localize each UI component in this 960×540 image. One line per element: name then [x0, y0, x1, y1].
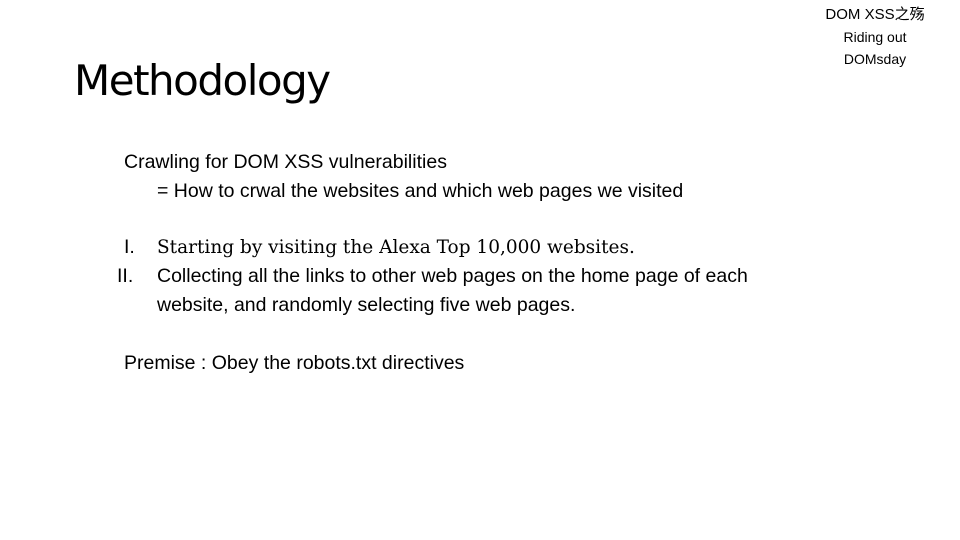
step-marker: I.	[124, 236, 135, 258]
step-text: Collecting all the links to other web pa…	[157, 265, 748, 316]
intro-heading: Crawling for DOM XSS vulnerabilities	[124, 151, 447, 173]
step-item: II. Collecting all the links to other we…	[117, 262, 784, 320]
corner-subtitle-line-1: Riding out	[843, 29, 907, 45]
slide-header-corner: DOM XSS之殇 Riding out DOMsday	[820, 4, 930, 70]
intro-subline: = How to crwal the websites and which we…	[157, 180, 684, 202]
corner-subtitle-line-2: DOMsday	[843, 51, 907, 67]
step-item: I. Starting by visiting the Alexa Top 10…	[124, 233, 784, 262]
step-text: Starting by visiting the Alexa Top 10,00…	[157, 237, 635, 258]
step-marker: II.	[117, 265, 134, 287]
steps-list: I. Starting by visiting the Alexa Top 10…	[117, 233, 784, 320]
corner-title: DOM XSS之殇	[825, 6, 925, 23]
premise-text: Premise : Obey the robots.txt directives	[124, 352, 465, 374]
slide-title: Methodology	[74, 56, 331, 105]
intro-paragraph: Crawling for DOM XSS vulnerabilities = H…	[124, 148, 683, 206]
